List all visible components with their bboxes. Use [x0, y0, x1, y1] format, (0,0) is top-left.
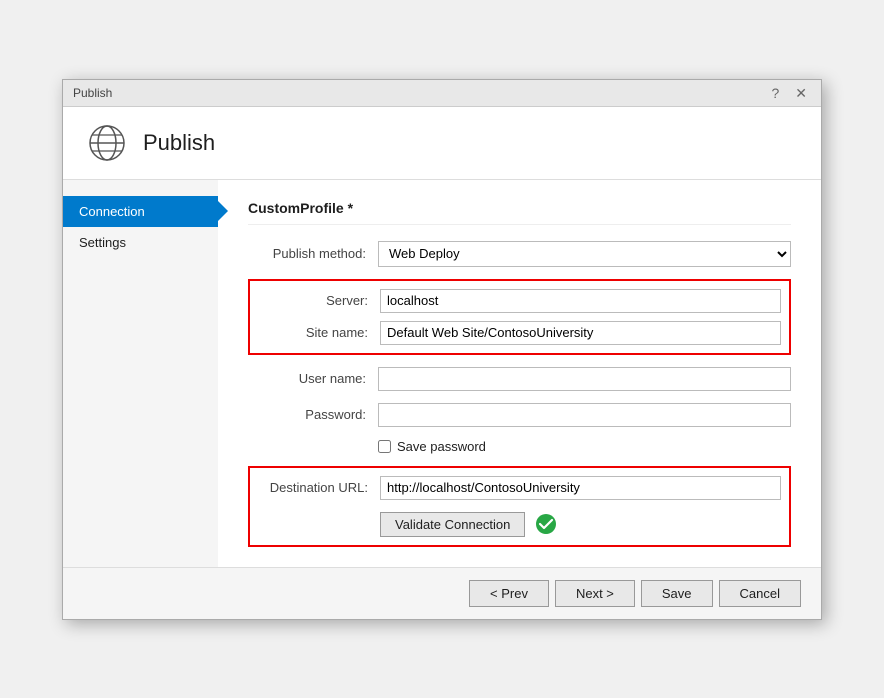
left-nav: Connection Settings — [63, 180, 218, 567]
dialog-body: Connection Settings CustomProfile * Publ… — [63, 180, 821, 567]
server-input[interactable] — [380, 289, 781, 313]
title-bar-left: Publish — [73, 86, 112, 100]
right-content: CustomProfile * Publish method: Web Depl… — [218, 180, 821, 567]
site-name-row: Site name: — [250, 321, 781, 345]
save-password-label[interactable]: Save password — [397, 439, 486, 454]
publish-method-label: Publish method: — [248, 246, 378, 261]
publish-method-select[interactable]: Web Deploy — [378, 241, 791, 267]
publish-dialog: Publish ? ✕ Publish Connection Settings — [62, 79, 822, 620]
server-sitename-highlight: Server: Site name: — [248, 279, 791, 355]
nav-item-connection[interactable]: Connection — [63, 196, 218, 227]
publish-method-row: Publish method: Web Deploy — [248, 241, 791, 267]
save-password-checkbox[interactable] — [378, 440, 391, 453]
title-bar-title: Publish — [73, 86, 112, 100]
password-label: Password: — [248, 407, 378, 422]
dialog-footer: < Prev Next > Save Cancel — [63, 567, 821, 619]
destination-url-row: Destination URL: — [250, 476, 781, 500]
username-input[interactable] — [378, 367, 791, 391]
cancel-button[interactable]: Cancel — [719, 580, 801, 607]
prev-button[interactable]: < Prev — [469, 580, 549, 607]
site-name-label: Site name: — [250, 325, 380, 340]
server-label: Server: — [250, 293, 380, 308]
dialog-header: Publish — [63, 107, 821, 180]
title-bar: Publish ? ✕ — [63, 80, 821, 107]
destination-url-input[interactable] — [380, 476, 781, 500]
save-password-row: Save password — [248, 439, 791, 454]
validate-row: Validate Connection — [250, 512, 781, 537]
next-button[interactable]: Next > — [555, 580, 635, 607]
destination-validate-highlight: Destination URL: Validate Connection — [248, 466, 791, 547]
save-button[interactable]: Save — [641, 580, 713, 607]
title-bar-controls: ? ✕ — [767, 86, 811, 100]
help-button[interactable]: ? — [767, 86, 783, 100]
username-label: User name: — [248, 371, 378, 386]
site-name-input[interactable] — [380, 321, 781, 345]
server-row: Server: — [250, 289, 781, 313]
section-title: CustomProfile * — [248, 200, 791, 225]
dialog-title: Publish — [143, 130, 215, 156]
destination-url-label: Destination URL: — [250, 480, 380, 495]
globe-icon — [87, 123, 127, 163]
validate-connection-button[interactable]: Validate Connection — [380, 512, 525, 537]
username-row: User name: — [248, 367, 791, 391]
success-checkmark-icon — [535, 513, 557, 535]
password-input[interactable] — [378, 403, 791, 427]
password-row: Password: — [248, 403, 791, 427]
close-button[interactable]: ✕ — [791, 86, 811, 100]
nav-item-settings[interactable]: Settings — [63, 227, 218, 258]
